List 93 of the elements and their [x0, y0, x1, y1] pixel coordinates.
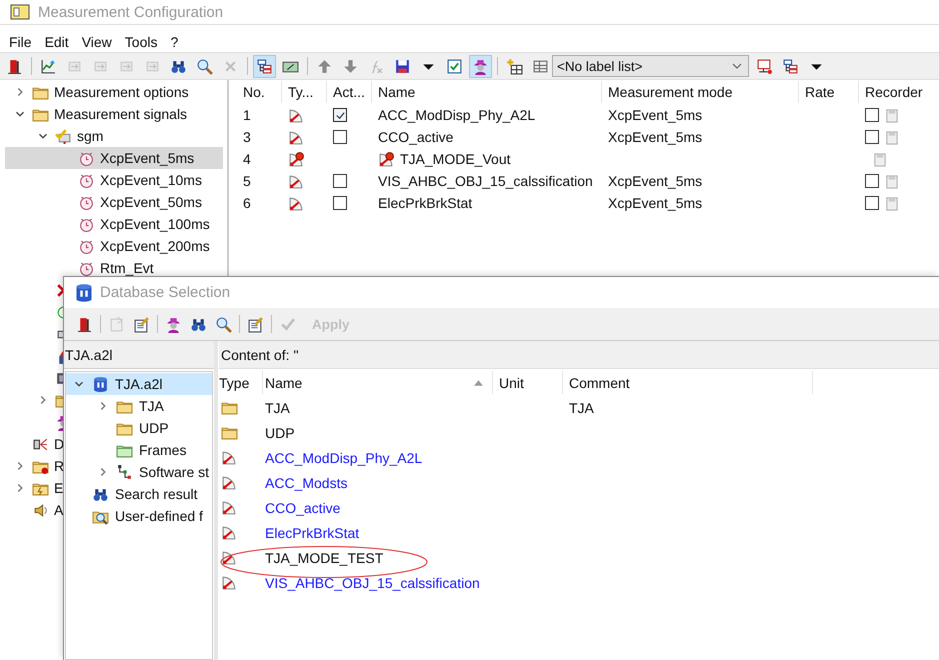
list-cell[interactable]: ACC_ModDisp_Phy_A2L [265, 450, 422, 466]
gauge-icon [288, 128, 305, 146]
checkbox[interactable] [333, 108, 347, 122]
checkbox[interactable] [333, 130, 347, 144]
label-list-dropdown[interactable]: <No label list> [552, 55, 749, 77]
list-cell[interactable]: VIS_AHBC_OBJ_15_calssification [265, 574, 480, 590]
list-cell[interactable]: TJA [265, 400, 290, 416]
table-cell: ElecPrkBrkStat [378, 195, 472, 211]
gauge-icon [221, 474, 238, 491]
gauge-icon [288, 194, 305, 212]
tree-item[interactable]: XcpEvent_200ms [100, 238, 210, 254]
table-cell: ACC_ModDisp_Phy_A2L [378, 107, 536, 123]
dialog-title: Database Selection [100, 284, 230, 301]
tree-item[interactable]: Software st [139, 464, 210, 480]
tree-item[interactable]: A [54, 502, 64, 518]
column-header[interactable]: Name [265, 374, 302, 390]
checkbox[interactable] [865, 130, 879, 144]
checkbox[interactable] [333, 196, 347, 210]
tree-item[interactable]: XcpEvent_10ms [100, 172, 202, 188]
recorder-icon [884, 174, 899, 188]
tree-item[interactable]: E [54, 480, 64, 496]
tree-view-icon[interactable] [254, 56, 275, 76]
column-header[interactable]: Ty... [282, 81, 327, 103]
column-header[interactable]: Rate [799, 81, 859, 103]
tree-item[interactable]: Search result [115, 486, 198, 502]
table-cell-text: 3 [242, 129, 252, 145]
signal-group-icon [55, 128, 72, 144]
column-header[interactable]: Comment [569, 374, 630, 390]
panel-header: TJA.a2l [64, 341, 214, 369]
tree-item[interactable]: Frames [139, 442, 186, 458]
column-header[interactable]: Recorder [859, 81, 939, 103]
table-cell: XcpEvent_5ms [608, 195, 702, 211]
tree-item[interactable]: XcpEvent_100ms [100, 216, 210, 232]
table-cell: VIS_AHBC_OBJ_15_calssification [378, 173, 593, 189]
gauge-icon [221, 499, 238, 516]
gauge-icon [288, 106, 305, 124]
list-cell[interactable]: UDP [265, 424, 295, 440]
recorder-icon [872, 152, 887, 166]
chevron-icon[interactable] [732, 63, 742, 69]
table-cell: XcpEvent_5ms [608, 107, 702, 123]
list-cell[interactable]: ElecPrkBrkStat [265, 524, 360, 540]
column-header[interactable]: Name [372, 81, 602, 103]
speaker-icon [32, 502, 49, 518]
gauge-icon [221, 574, 238, 591]
column-header[interactable]: Unit [499, 374, 524, 390]
tree-item[interactable]: XcpEvent_50ms [100, 194, 202, 210]
tree-item[interactable]: Measurement options [54, 84, 189, 100]
column-header[interactable]: Type [219, 374, 250, 390]
database-icon [74, 282, 94, 302]
column-header[interactable]: Measurement mode [602, 81, 799, 103]
checkbox[interactable] [865, 196, 879, 210]
recorder-icon [884, 196, 899, 210]
table-cell-text: 6 [242, 195, 252, 211]
tree-item[interactable]: D [54, 436, 64, 452]
gauge-icon [288, 172, 305, 190]
checkbox[interactable] [865, 174, 879, 188]
table-cell-text: 1 [242, 107, 252, 123]
tree-item[interactable]: UDP [139, 420, 169, 436]
window-title: Measurement Configuration [38, 4, 224, 20]
column-header[interactable]: Act... [327, 81, 372, 103]
content-header: Content of: '' [219, 341, 939, 369]
checkbox[interactable] [333, 174, 347, 188]
tree-item[interactable]: R [54, 458, 64, 474]
recorder-icon [884, 130, 899, 144]
tree-item[interactable]: Measurement signals [54, 106, 188, 122]
app-icon [10, 4, 30, 20]
tree-item[interactable]: TJA [139, 398, 164, 414]
gauge-icon [221, 524, 238, 541]
list-cell[interactable]: CCO_active [265, 500, 340, 516]
tree-item[interactable]: sgm [77, 128, 104, 144]
table-cell: TJA_MODE_Vout [400, 151, 510, 167]
gauge-error-icon [378, 150, 395, 168]
table-cell-text: 5 [242, 173, 252, 189]
menu-item[interactable]: File [9, 34, 32, 50]
table-cell: XcpEvent_5ms [608, 173, 702, 189]
checkbox[interactable] [865, 108, 879, 122]
menu-item[interactable]: ? [170, 34, 178, 50]
hierarchy-icon [116, 464, 133, 480]
list-cell: TJA [569, 400, 594, 416]
recorder-icon [884, 108, 899, 122]
menu-item[interactable]: Tools [124, 34, 158, 50]
table-cell-text: 4 [242, 151, 252, 167]
column-header[interactable]: No. [237, 81, 282, 103]
menu-item[interactable]: View [82, 34, 112, 50]
tree-item[interactable]: Rtm_Evt [100, 260, 154, 276]
table-cell: CCO_active [378, 129, 454, 145]
gauge-icon [221, 449, 238, 466]
gauge-error-icon [288, 150, 305, 168]
table-cell: XcpEvent_5ms [608, 129, 702, 145]
list-cell[interactable]: ACC_Modsts [265, 474, 348, 490]
menu-item[interactable]: Edit [44, 34, 69, 50]
tree-item[interactable]: User-defined f [115, 508, 203, 524]
database-icon [92, 376, 109, 392]
